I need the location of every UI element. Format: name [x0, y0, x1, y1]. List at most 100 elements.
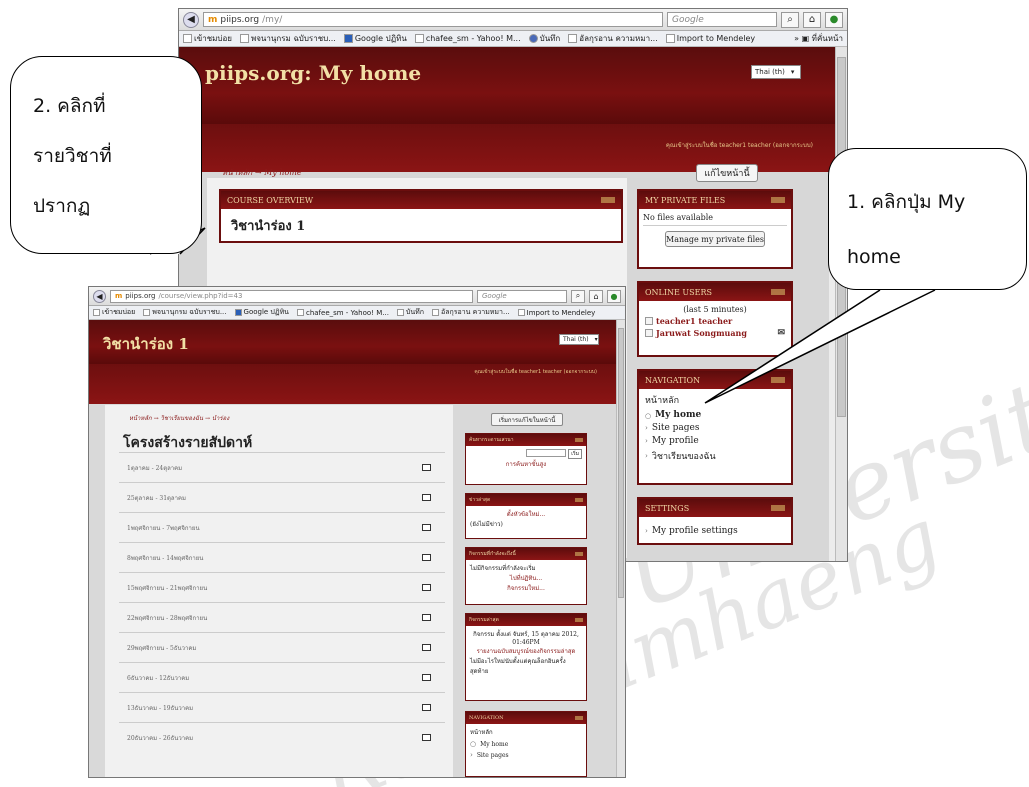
- online-user[interactable]: teacher1 teacher: [645, 316, 785, 326]
- search-input[interactable]: Google: [477, 289, 567, 303]
- block-header: NAVIGATION: [639, 371, 791, 389]
- login-info[interactable]: คุณเข้าสู่ระบบในชื่อ teacher1 teacher (อ…: [666, 140, 813, 150]
- bookmark-item[interactable]: เข้าชมบ่อย: [183, 32, 232, 45]
- block-controls-icon[interactable]: [575, 498, 583, 502]
- block-controls-icon[interactable]: [575, 438, 583, 442]
- collapse-icon[interactable]: [422, 704, 431, 711]
- back-arrow-icon[interactable]: ◀: [93, 289, 106, 303]
- home-icon[interactable]: ⌂: [803, 11, 821, 28]
- nav-item-my-profile[interactable]: › My profile: [645, 436, 785, 446]
- address-bar[interactable]: m piips.org/my/: [203, 12, 663, 27]
- bookmark-icon: [414, 34, 424, 43]
- advanced-search-link[interactable]: การค้นหาขั้นสูง: [470, 459, 582, 469]
- collapse-icon[interactable]: [422, 524, 431, 531]
- vertical-scrollbar[interactable]: [835, 47, 847, 561]
- week-row[interactable]: 13ธันวาคม - 19ธันวาคม: [119, 692, 445, 722]
- bookmark-item[interactable]: chafee_sm - Yahoo! M...: [414, 34, 521, 43]
- course-link[interactable]: วิชานำร่อง 1: [221, 209, 621, 236]
- block-controls-icon[interactable]: [771, 377, 785, 383]
- language-select[interactable]: Thai (th) ▾: [559, 334, 599, 345]
- online-user[interactable]: Jaruwat Songmuang ✉: [645, 328, 785, 338]
- collapse-icon[interactable]: [422, 584, 431, 591]
- week-row[interactable]: 8พฤศจิกายน - 14พฤศจิกายน: [119, 542, 445, 572]
- language-select[interactable]: Thai (th) ▾: [751, 65, 801, 79]
- collapse-icon[interactable]: [422, 554, 431, 561]
- message-icon[interactable]: ✉: [777, 328, 785, 338]
- collapse-icon[interactable]: [422, 614, 431, 621]
- block-controls-icon[interactable]: [771, 197, 785, 203]
- breadcrumb[interactable]: หน้าหลัก → วิชาเรียนของฉัน → นำร่อง: [129, 413, 229, 423]
- collapse-icon[interactable]: [422, 464, 431, 471]
- week-row[interactable]: 25ตุลาคม - 31ตุลาคม: [119, 482, 445, 512]
- block-controls-icon[interactable]: [771, 505, 785, 511]
- collapse-icon[interactable]: [422, 644, 431, 651]
- settings-block: SETTINGS › My profile settings: [637, 497, 793, 545]
- scrollbar-thumb[interactable]: [618, 328, 624, 598]
- bookmark-item[interactable]: พจนานุกรม ฉบับราชบ...: [239, 32, 336, 45]
- block-controls-icon[interactable]: [575, 552, 583, 556]
- navigation-block: NAVIGATION หน้าหลัก ○ My home › Site pages…: [637, 369, 793, 485]
- nav-root[interactable]: หน้าหลัก: [470, 727, 582, 737]
- collapse-icon[interactable]: [422, 674, 431, 681]
- chevron-right-icon: ›: [645, 452, 648, 460]
- week-row[interactable]: 20ธันวาคม - 26ธันวาคม: [119, 722, 445, 752]
- new-event-link[interactable]: กิจกรรมใหม่...: [470, 583, 582, 593]
- address-bar[interactable]: m piips.org/course/view.php?id=43: [110, 289, 473, 303]
- bookmark-item[interactable]: Import to Mendeley: [665, 34, 755, 43]
- latest-news-block: ข่าวล่าสุด ตั้งหัวข้อใหม่... (ยังไม่มีข่…: [465, 493, 587, 539]
- bookmark-item[interactable]: Google ปฏิทิน: [234, 307, 289, 318]
- course-overview-block: COURSE OVERVIEW วิชานำร่อง 1: [219, 189, 623, 243]
- bookmark-item[interactable]: เข้าชมบ่อย: [93, 307, 135, 318]
- vertical-scrollbar[interactable]: [616, 320, 625, 777]
- week-row[interactable]: 1ตุลาคม - 24ตุลาคม: [119, 452, 445, 482]
- week-row[interactable]: 15พฤศจิกายน - 21พฤศจิกายน: [119, 572, 445, 602]
- nav-item-my-home[interactable]: ○ My home: [645, 410, 785, 420]
- collapse-icon[interactable]: [422, 734, 431, 741]
- bookmark-item[interactable]: อัลกุรอาน ความหมา...: [568, 32, 658, 45]
- forum-search-button[interactable]: เริ่ม: [568, 449, 582, 459]
- turn-editing-on-button[interactable]: เริ่มการแก้ไขในหน้านี้: [491, 413, 563, 426]
- week-row[interactable]: 6ธันวาคม - 12ธันวาคม: [119, 662, 445, 692]
- addon-icon[interactable]: ●: [607, 289, 621, 303]
- nav-root[interactable]: หน้าหลัก: [645, 393, 785, 407]
- block-controls-icon[interactable]: [771, 289, 785, 295]
- login-info[interactable]: คุณเข้าสู่ระบบในชื่อ teacher1 teacher (อ…: [474, 368, 597, 376]
- nav-item-profile-settings[interactable]: › My profile settings: [645, 526, 785, 536]
- nav-item-my-home[interactable]: ○ My home: [470, 740, 582, 748]
- user-avatar-icon: [645, 317, 653, 325]
- block-controls-icon[interactable]: [601, 197, 615, 203]
- edit-page-button[interactable]: แก้ไขหน้านี้: [696, 164, 758, 182]
- search-forums-block: ค้นหากระดานเสวนา เริ่ม การค้นหาขั้นสูง: [465, 433, 587, 485]
- bookmark-item[interactable]: พจนานุกรม ฉบับราชบ...: [143, 307, 227, 318]
- nav-item-site-pages[interactable]: › Site pages: [645, 423, 785, 433]
- week-row[interactable]: 29พฤศจิกายน - 5ธันวาคม: [119, 632, 445, 662]
- nav-item-site-pages[interactable]: › Site pages: [470, 751, 582, 759]
- back-arrow-icon[interactable]: ◀: [183, 11, 199, 28]
- online-period: (last 5 minutes): [683, 305, 747, 314]
- block-controls-icon[interactable]: [575, 618, 583, 622]
- collapse-icon[interactable]: [422, 494, 431, 501]
- bookmarks-menu[interactable]: » ▣ ที่คั่นหน้า: [794, 32, 843, 45]
- bookmark-item[interactable]: อัลกุรอาน ความหมา...: [432, 307, 510, 318]
- calendar-link[interactable]: ไปที่ปฏิทิน...: [470, 573, 582, 583]
- manage-files-button[interactable]: Manage my private files: [665, 231, 765, 247]
- addon-icon[interactable]: ●: [825, 11, 843, 28]
- week-row[interactable]: 1พฤศจิกายน - 7พฤศจิกายน: [119, 512, 445, 542]
- forum-search-input[interactable]: [526, 449, 567, 457]
- block-controls-icon[interactable]: [575, 716, 583, 720]
- bookmark-item[interactable]: Google ปฏิทิน: [343, 32, 407, 45]
- bookmark-item[interactable]: บันทึก: [528, 32, 560, 45]
- search-input[interactable]: Google: [667, 12, 777, 27]
- block-header: ONLINE USERS: [639, 283, 791, 301]
- week-row[interactable]: 22พฤศจิกายน - 28พฤศจิกายน: [119, 602, 445, 632]
- chevron-right-icon: ›: [645, 437, 648, 445]
- full-report-link[interactable]: รายงานฉบับสมบูรณ์ของกิจกรรมล่าสุด: [470, 646, 582, 656]
- home-icon[interactable]: ⌂: [589, 289, 603, 303]
- add-news-link[interactable]: ตั้งหัวข้อใหม่...: [470, 509, 582, 519]
- search-icon[interactable]: ⌕: [571, 289, 585, 303]
- bookmark-item[interactable]: บันทึก: [396, 307, 424, 318]
- bookmark-item[interactable]: Import to Mendeley: [517, 309, 595, 317]
- bookmark-item[interactable]: chafee_sm - Yahoo! M...: [296, 309, 389, 317]
- nav-item-my-courses[interactable]: › วิชาเรียนของฉัน: [645, 449, 785, 463]
- search-icon[interactable]: ⌕: [781, 11, 799, 28]
